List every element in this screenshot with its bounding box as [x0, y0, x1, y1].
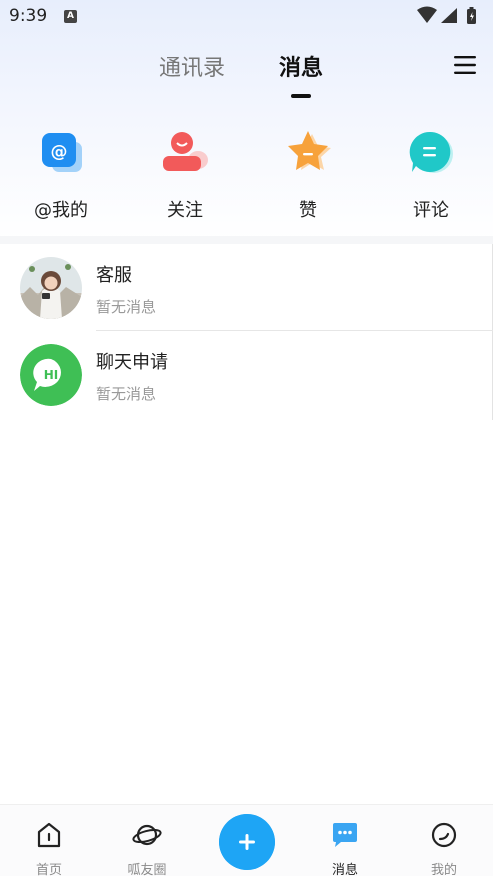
star-like-icon	[288, 131, 331, 170]
conversation-preview: 暂无消息	[96, 298, 157, 316]
status-bar: 9:39 A	[0, 0, 493, 34]
quick-action-likes[interactable]: 赞	[258, 128, 358, 222]
quick-action-label: 评论	[413, 200, 449, 221]
quick-action-follow[interactable]: 关注	[135, 128, 235, 222]
quick-action-label: 赞	[299, 200, 317, 221]
nav-label: 呱友圈	[127, 863, 167, 876]
conversation-title: 客服	[96, 265, 132, 286]
signal-icon	[441, 8, 457, 23]
conversation-list: 客服 暂无消息 HI 聊天申请 暂无消息	[0, 244, 493, 420]
nav-item-friends-circle[interactable]: 呱友圈	[112, 821, 182, 876]
create-post-button[interactable]	[219, 814, 275, 870]
follow-person-icon	[163, 132, 208, 171]
nav-label: 首页	[35, 863, 62, 876]
quick-action-label: @我的	[34, 200, 88, 221]
conversation-title: 聊天申请	[96, 352, 168, 373]
nav-label: 消息	[331, 863, 358, 876]
status-time: 9:39	[9, 6, 48, 26]
hi-chat-request-avatar: HI	[20, 344, 82, 406]
comment-bubble-icon	[409, 131, 453, 173]
quick-action-comments[interactable]: 评论	[381, 128, 481, 222]
at-mention-icon: @	[42, 133, 82, 172]
conversation-item-chat-request[interactable]: HI 聊天申请 暂无消息	[0, 331, 493, 418]
quick-action-mentions[interactable]: @ @我的	[11, 128, 111, 222]
nav-label: 我的	[430, 863, 457, 876]
profile-icon	[431, 822, 457, 848]
customer-service-avatar	[20, 257, 82, 319]
header: 通讯录 消息	[0, 40, 493, 100]
chat-bubble-icon	[333, 823, 357, 847]
planet-icon	[132, 824, 162, 846]
active-tab-indicator	[291, 94, 311, 98]
tab-contacts[interactable]: 通讯录	[159, 50, 225, 82]
bottom-navigation: 首页 呱友圈 消息 我的	[0, 804, 493, 876]
quick-actions: @ @我的 关注 赞 评论	[0, 128, 493, 228]
svg-text:@: @	[51, 142, 68, 162]
tab-messages[interactable]: 消息	[279, 50, 323, 82]
status-icons	[417, 6, 476, 24]
nav-item-home[interactable]: 首页	[14, 821, 84, 876]
messages-screen: 9:39 A 通讯录 消息 @ @我的 关注 赞 评论 客服 暂无消息 HI 聊…	[0, 0, 493, 876]
section-divider	[0, 236, 493, 244]
avatar-text: HI	[44, 368, 59, 382]
nav-item-messages[interactable]: 消息	[310, 821, 380, 876]
conversation-preview: 暂无消息	[96, 385, 157, 403]
quick-action-label: 关注	[167, 200, 203, 221]
conversation-item-customer-service[interactable]: 客服 暂无消息	[0, 244, 493, 331]
wifi-icon	[417, 6, 437, 23]
home-icon	[37, 822, 61, 848]
hamburger-menu-icon[interactable]	[453, 54, 477, 76]
nav-item-profile[interactable]: 我的	[409, 821, 479, 876]
notification-icon: A	[64, 10, 77, 23]
